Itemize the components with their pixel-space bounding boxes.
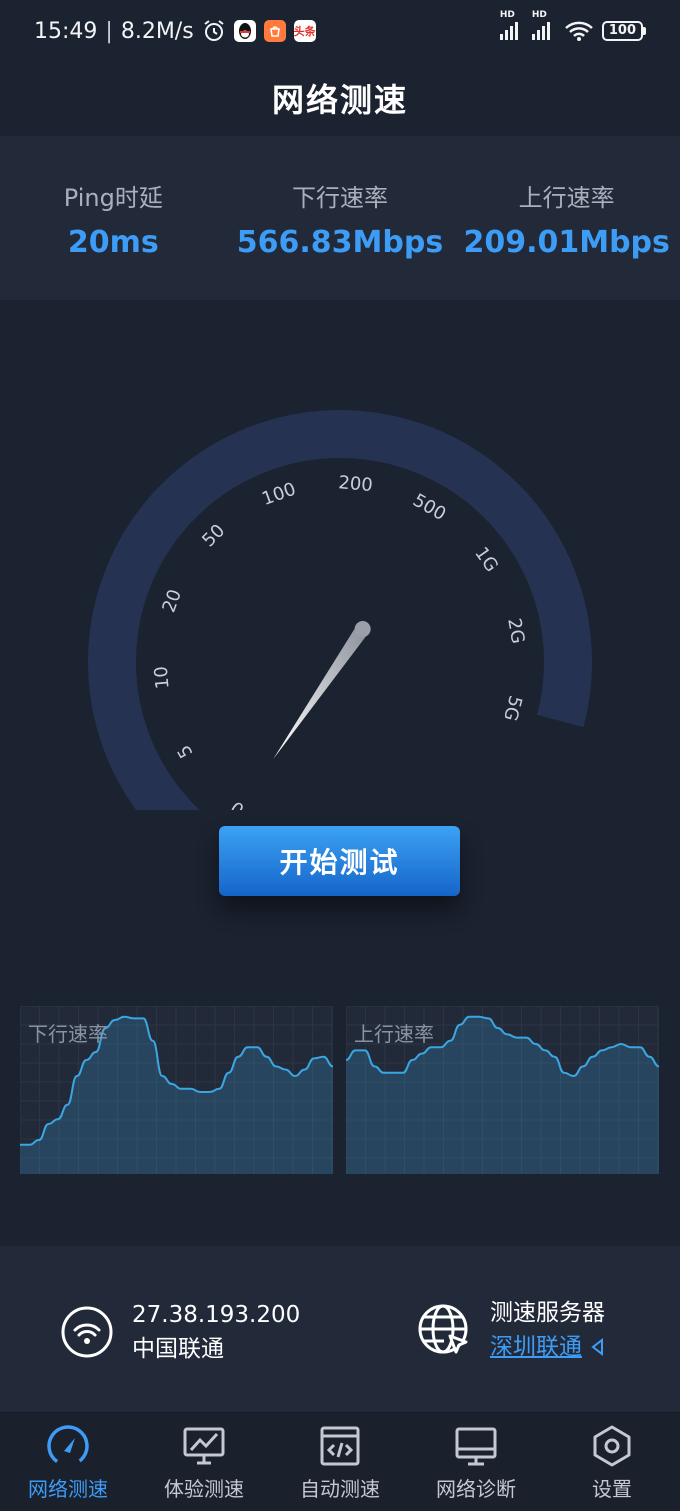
server-label: 测速服务器: [490, 1300, 605, 1326]
tab-speed-test[interactable]: 网络测速: [0, 1413, 136, 1511]
gauge-tick-label: 5: [173, 741, 197, 761]
network-info-panel: 27.38.193.200 中国联通 测速服务器 深圳联通: [0, 1246, 680, 1412]
ping-stat: Ping时延 20ms: [0, 136, 227, 300]
hexagon-settings-icon: [593, 1425, 631, 1467]
code-window-icon: [320, 1426, 360, 1466]
ip-info: 27.38.193.200 中国联通: [60, 1298, 300, 1366]
gauge-tick-label: 500: [409, 490, 449, 525]
gauge-tick-label: 0: [227, 796, 248, 810]
gauge-tick-label: 20: [158, 587, 186, 616]
tab-label: 网络测速: [28, 1477, 108, 1501]
gauge-needle-tip: [354, 621, 371, 638]
gauge-tick-label: 200: [338, 472, 374, 496]
gauge-tick-label: 10: [151, 665, 174, 690]
gauge-tick-label: 2G: [503, 617, 528, 646]
alarm-icon: [204, 20, 224, 41]
upload-value: 209.01Mbps: [463, 225, 670, 260]
isp-name: 中国联通: [132, 1336, 224, 1362]
shopping-app-icon: [263, 20, 286, 42]
ping-label: Ping时延: [63, 184, 163, 212]
tab-network-diagnosis[interactable]: 网络诊断: [408, 1413, 544, 1511]
server-info: 测速服务器 深圳联通: [416, 1296, 606, 1364]
signal-1-icon: HD: [499, 10, 518, 40]
download-stat: 下行速率 566.83Mbps: [227, 136, 454, 300]
speed-stats-panel: Ping时延 20ms 下行速率 566.83Mbps 上行速率 209.01M…: [0, 136, 680, 300]
gauge-tick-label: 5G: [499, 693, 526, 723]
ping-value: 20ms: [67, 225, 159, 260]
gauge-needle: [273, 625, 369, 760]
tab-auto-test[interactable]: 自动测速: [272, 1413, 408, 1511]
speed-gauge: 0 5 10 20 50 100 200 500 1G 2G 5G: [88, 410, 592, 810]
ip-text: 27.38.193.200 中国联通: [132, 1298, 300, 1366]
upload-label: 上行速率: [518, 184, 615, 212]
status-left: 15:49 | 8.2M/s 头条: [34, 19, 316, 44]
download-graph: 下行速率: [20, 1006, 333, 1174]
download-label: 下行速率: [292, 184, 388, 212]
caret-left-icon[interactable]: [590, 1338, 606, 1356]
clock: 15:49: [34, 18, 98, 44]
desktop-icon: [455, 1427, 497, 1466]
tab-settings[interactable]: 设置: [544, 1413, 680, 1511]
network-type-2: HD: [531, 10, 547, 20]
qq-app-icon: [233, 20, 256, 42]
toutiao-app-icon: 头条: [293, 20, 316, 42]
gauge-tick-labels: 0 5 10 20 50 100 200 500 1G 2G 5G: [151, 472, 529, 810]
tab-label: 体验测速: [164, 1477, 244, 1501]
monitor-chart-icon: [183, 1427, 225, 1465]
battery-level: 100: [601, 21, 643, 41]
status-right: HD HD 100: [499, 10, 646, 42]
globe-cursor-icon: [418, 1304, 468, 1354]
status-separator: |: [105, 18, 113, 44]
speedometer-icon: [47, 1425, 89, 1467]
tab-label: 设置: [592, 1477, 632, 1501]
upload-graph-title: 上行速率: [354, 1022, 434, 1046]
start-test-button[interactable]: 开始测试: [219, 826, 460, 896]
wifi-circle-icon: [61, 1306, 113, 1358]
upload-stat: 上行速率 209.01Mbps: [453, 136, 680, 300]
server-name-link[interactable]: 深圳联通: [490, 1330, 582, 1364]
download-value: 566.83Mbps: [236, 225, 444, 260]
bottom-tab-bar: 网络测速 体验测速 自动测速 网络诊断 设置: [0, 1412, 680, 1511]
server-text: 测速服务器 深圳联通: [490, 1296, 606, 1364]
ip-address: 27.38.193.200: [132, 1302, 301, 1328]
page-title: 网络测速: [271, 81, 408, 119]
tab-label: 网络诊断: [436, 1477, 516, 1501]
network-type-1: HD: [499, 10, 515, 20]
gauge-tick-label: 100: [259, 479, 298, 510]
battery-icon: 100: [601, 21, 646, 41]
wifi-icon: [565, 21, 593, 41]
status-bar: 15:49 | 8.2M/s 头条 HD HD 100: [0, 0, 680, 62]
tab-experience-test[interactable]: 体验测速: [136, 1413, 272, 1511]
signal-2-icon: HD: [531, 10, 550, 40]
gauge-tick-label: 1G: [470, 543, 502, 576]
network-speed: 8.2M/s: [120, 18, 194, 44]
download-graph-title: 下行速率: [28, 1022, 108, 1046]
server-selector[interactable]: 深圳联通: [490, 1330, 606, 1364]
tab-label: 自动测速: [300, 1477, 380, 1501]
gauge-tick-label: 50: [198, 520, 229, 551]
upload-graph: 上行速率: [346, 1006, 659, 1174]
